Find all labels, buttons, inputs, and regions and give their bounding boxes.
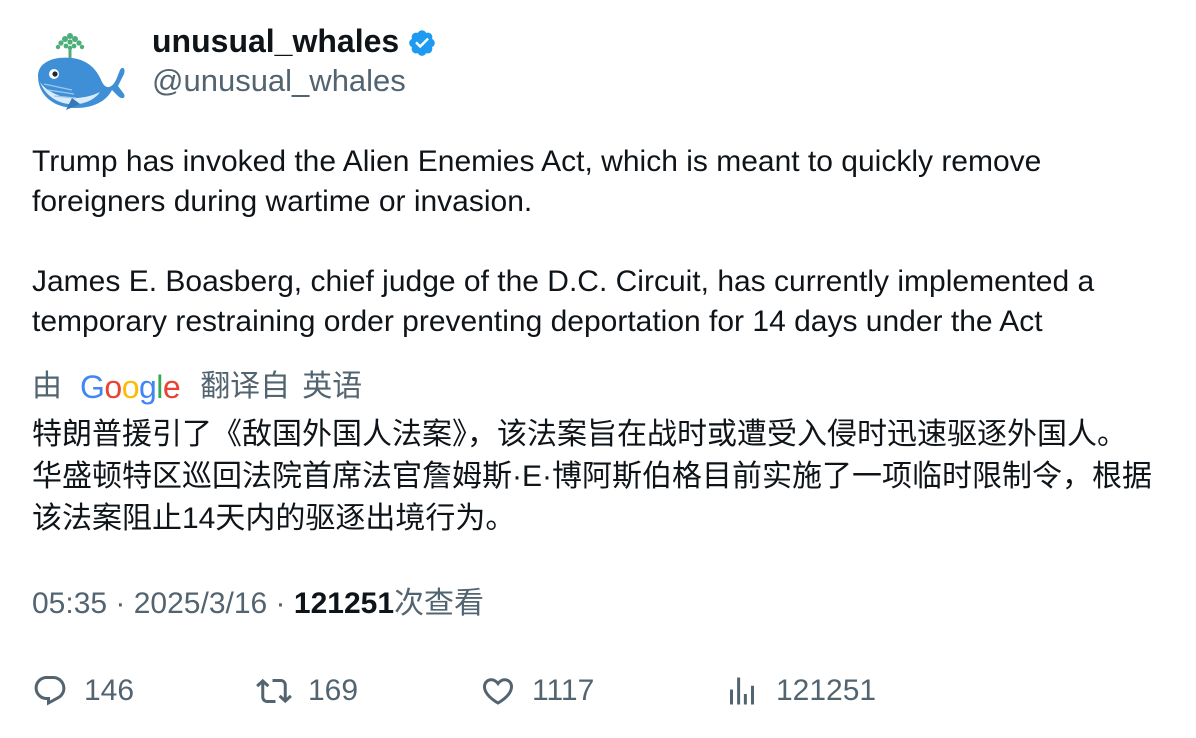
tweet-paragraph: James E. Boasberg, chief judge of the D.… [32,265,1095,338]
views-count: 121251 [293,587,394,620]
heart-icon [482,678,514,705]
retweet-icon [256,678,292,704]
bar-chart-icon [730,677,754,705]
action-bar: 146 169 1117 121251 [32,668,1172,718]
retweet-count: 169 [308,674,359,707]
like-count: 1117 [532,674,595,707]
views-button[interactable]: 121251 [724,668,876,714]
google-logo-letter: o [104,369,122,405]
google-logo-letter: e [162,369,181,405]
google-logo-letter: o [121,369,140,405]
meta-separator: · [107,587,134,620]
google-logo-letter: g [138,369,157,405]
author-name-row[interactable]: unusual_whales [152,22,437,60]
author-display-name[interactable]: unusual_whales [152,22,399,60]
google-logo-letter: l [156,369,163,405]
like-button[interactable]: 1117 [480,668,594,714]
views-action-count: 121251 [776,674,877,707]
whale-avatar-icon[interactable] [32,24,128,114]
reply-count: 146 [84,674,135,707]
tweet-card: unusual_whales @unusual_whales Trump has… [0,0,1196,738]
views-label: 次查看 [394,587,484,620]
translation-attribution[interactable]: 由 Google 翻译自 英语 [32,366,362,408]
translated-from-label: 翻译自 [200,370,291,403]
verified-badge-icon[interactable] [407,28,437,58]
retweet-button[interactable]: 169 [256,668,358,714]
author-handle[interactable]: @unusual_whales [152,62,406,100]
meta-separator: · [267,587,294,620]
translated-by-label: 由 [32,370,62,403]
source-language: 英语 [302,370,363,403]
google-logo: Google [80,366,181,408]
tweet-date[interactable]: 2025/3/16 [134,587,267,620]
reply-icon [34,676,66,706]
tweet-meta: 05:35 · 2025/3/16 · 121251次查看 [32,584,484,624]
tweet-time[interactable]: 05:35 [32,587,107,620]
reply-button[interactable]: 146 [32,668,134,714]
tweet-text: Trump has invoked the Alien Enemies Act,… [32,142,1172,342]
translated-text: 特朗普援引了《敌国外国人法案》，该法案旨在战时或遭受入侵时迅速驱逐外国人。 华盛… [32,418,1152,535]
google-logo-letter: G [80,369,105,405]
tweet-paragraph: Trump has invoked the Alien Enemies Act,… [32,145,1042,218]
